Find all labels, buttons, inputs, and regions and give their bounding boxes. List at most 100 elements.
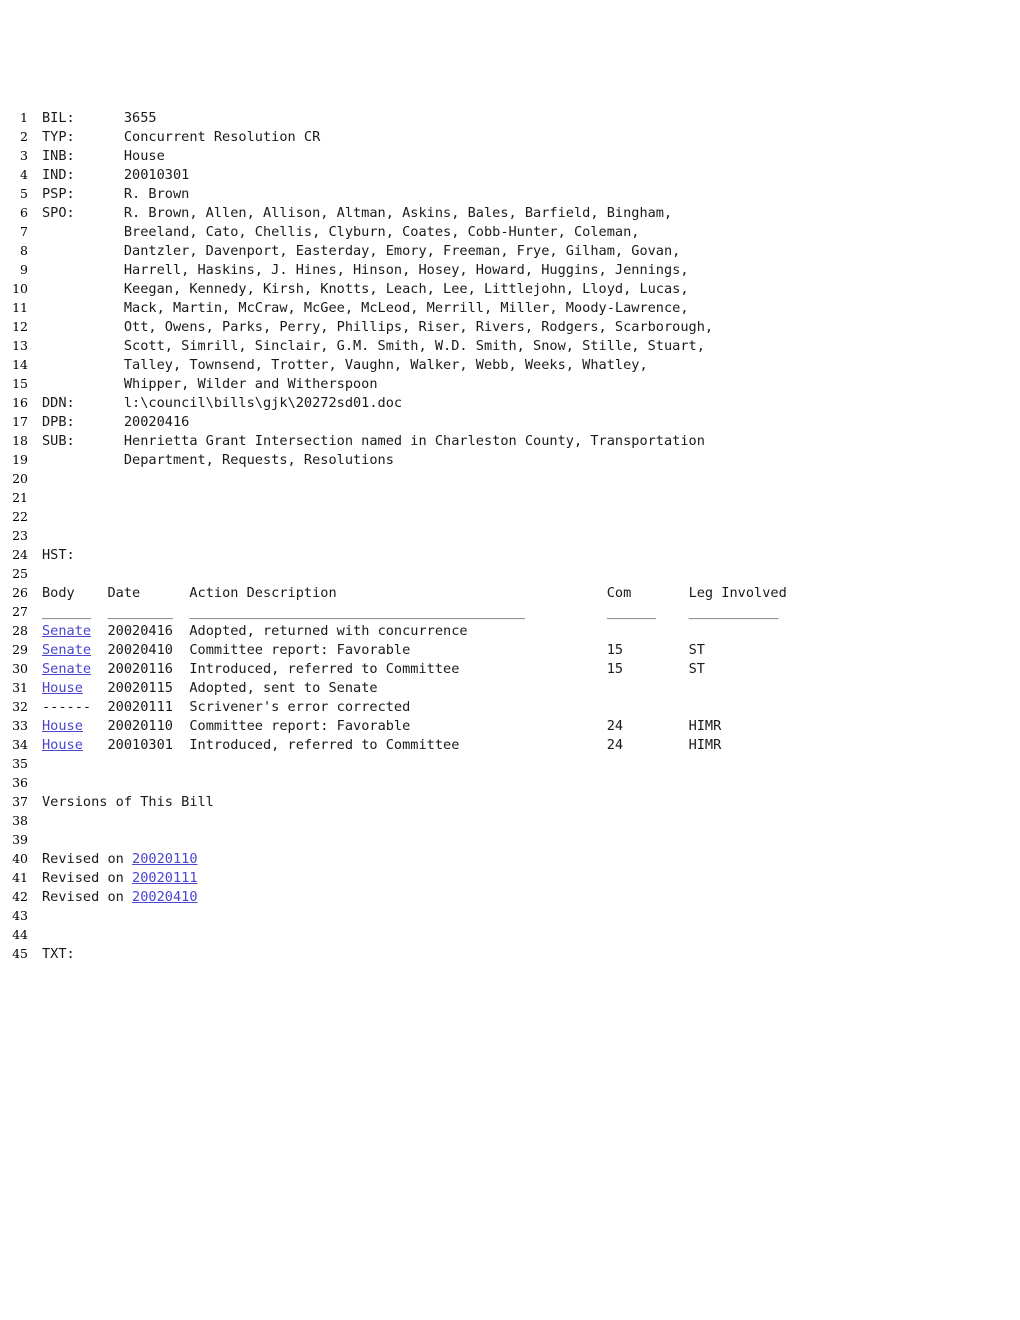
history-action: Introduced, referred to Committee — [189, 661, 607, 677]
line-number: 34 — [12, 737, 28, 752]
field-line: TYP: Concurrent Resolution CR — [28, 128, 320, 147]
field-label: TYP: — [42, 129, 124, 145]
history-body-link[interactable]: Senate — [42, 642, 91, 658]
line-number: 45 — [12, 946, 28, 961]
line-number: 17 — [12, 414, 28, 429]
field-label — [42, 376, 124, 392]
document-line: 35 — [0, 754, 1020, 773]
history-body-link[interactable]: House — [42, 737, 83, 753]
document-line: 23 — [0, 526, 1020, 545]
document-line: 12 Ott, Owens, Parks, Perry, Phillips, R… — [0, 317, 1020, 336]
pad — [91, 642, 107, 658]
line-number: 1 — [20, 110, 28, 125]
document-line: 37 Versions of This Bill — [0, 792, 1020, 811]
document-line: 38 — [0, 811, 1020, 830]
history-com: 24 — [606, 718, 689, 734]
history-body-link[interactable]: Senate — [42, 661, 91, 677]
field-value: Dantzler, Davenport, Easterday, Emory, F… — [123, 243, 681, 259]
history-body-none: ------ — [42, 699, 108, 715]
field-label: BIL: — [42, 110, 124, 126]
document-line: 43 — [0, 906, 1020, 925]
field-value: Talley, Townsend, Trotter, Vaughn, Walke… — [123, 357, 648, 373]
line-number: 9 — [20, 262, 28, 277]
history-com: 15 — [606, 642, 689, 658]
field-value: Concurrent Resolution CR — [123, 129, 321, 145]
line-number: 43 — [12, 908, 28, 923]
document-line: 30 Senate 20020116 Introduced, referred t… — [0, 659, 1020, 678]
line-number: 24 — [12, 547, 28, 562]
field-label — [42, 224, 124, 240]
line-number: 28 — [12, 623, 28, 638]
field-continuation-line: Talley, Townsend, Trotter, Vaughn, Walke… — [28, 356, 648, 375]
field-continuation-line: Dantzler, Davenport, Easterday, Emory, F… — [28, 242, 681, 261]
history-action: Committee report: Favorable — [189, 642, 607, 658]
document-line: 40 Revised on 20020110 — [0, 849, 1020, 868]
field-label — [42, 338, 124, 354]
field-value: Harrell, Haskins, J. Hines, Hinson, Hose… — [123, 262, 689, 278]
field-label: INB: — [42, 148, 124, 164]
history-col-com-header: Com — [606, 585, 689, 601]
history-table-header: Body Date Action Description Com Leg Inv… — [28, 584, 787, 603]
document-line: 39 — [0, 830, 1020, 849]
line-number: 7 — [20, 224, 28, 239]
document-line: 3 INB: House — [0, 146, 1020, 165]
history-leg: ST — [688, 642, 705, 658]
field-value: Keegan, Kennedy, Kirsh, Knotts, Leach, L… — [123, 281, 689, 297]
bill-record-document: 1 BIL: 3655 2 TYP: Concurrent Resolution CR… — [0, 0, 1020, 963]
document-line: 5 PSP: R. Brown — [0, 184, 1020, 203]
version-prefix: Revised on — [42, 851, 133, 867]
line-number: 21 — [12, 490, 28, 505]
line-number: 29 — [12, 642, 28, 657]
line-number: 3 — [20, 148, 28, 163]
version-date-link[interactable]: 20020110 — [132, 851, 197, 867]
field-continuation-line: Mack, Martin, McCraw, McGee, McLeod, Mer… — [28, 299, 689, 318]
field-label — [42, 300, 124, 316]
history-body-link[interactable]: Senate — [42, 623, 91, 639]
history-body-link[interactable]: House — [42, 718, 83, 734]
history-action: Introduced, referred to Committee — [189, 737, 607, 753]
version-line: Revised on 20020111 — [28, 869, 198, 888]
history-body-link[interactable]: House — [42, 680, 83, 696]
rule-leg: ___________ — [688, 604, 779, 620]
line-number: 23 — [12, 528, 28, 543]
line-number: 37 — [12, 794, 28, 809]
line-number: 12 — [12, 319, 28, 334]
line-number: 38 — [12, 813, 28, 828]
history-table-row: Senate 20020116 Introduced, referred to … — [28, 660, 705, 679]
field-value: House — [123, 148, 165, 164]
field-line: BIL: 3655 — [28, 109, 157, 128]
document-line: 25 — [0, 564, 1020, 583]
field-line: PSP: R. Brown — [28, 185, 189, 204]
line-number: 15 — [12, 376, 28, 391]
history-table-row: House 20020115 Adopted, sent to Senate — [28, 679, 689, 698]
line-number: 25 — [12, 566, 28, 581]
field-line: IND: 20010301 — [28, 166, 189, 185]
field-continuation-line: Scott, Simrill, Sinclair, G.M. Smith, W.… — [28, 337, 705, 356]
line-number: 31 — [12, 680, 28, 695]
line-number: 27 — [12, 604, 28, 619]
field-line: SPO: R. Brown, Allen, Allison, Altman, A… — [28, 204, 672, 223]
document-line: 27 ______ ________ ______________________… — [0, 602, 1020, 621]
history-date: 20020416 — [107, 623, 190, 639]
document-line: 34 House 20010301 Introduced, referred to… — [0, 735, 1020, 754]
history-col-body-header: Body — [42, 585, 108, 601]
field-label — [42, 319, 124, 335]
document-line: 31 House 20020115 Adopted, sent to Senate — [0, 678, 1020, 697]
document-line: 26 Body Date Action Description Com Leg I… — [0, 583, 1020, 602]
rule-date: ________ — [107, 604, 190, 620]
version-date-link[interactable]: 20020111 — [132, 870, 197, 886]
version-date-link[interactable]: 20020410 — [132, 889, 197, 905]
document-line: 6 SPO: R. Brown, Allen, Allison, Altman, … — [0, 203, 1020, 222]
history-table-row: House 20020110 Committee report: Favorab… — [28, 717, 721, 736]
history-col-leg-header: Leg Involved — [688, 585, 787, 601]
history-col-action-header: Action Description — [189, 585, 607, 601]
field-label — [42, 452, 124, 468]
history-date: 20010301 — [107, 737, 190, 753]
field-value: Mack, Martin, McCraw, McGee, McLeod, Mer… — [123, 300, 689, 316]
field-label: SUB: — [42, 433, 124, 449]
line-number: 32 — [12, 699, 28, 714]
